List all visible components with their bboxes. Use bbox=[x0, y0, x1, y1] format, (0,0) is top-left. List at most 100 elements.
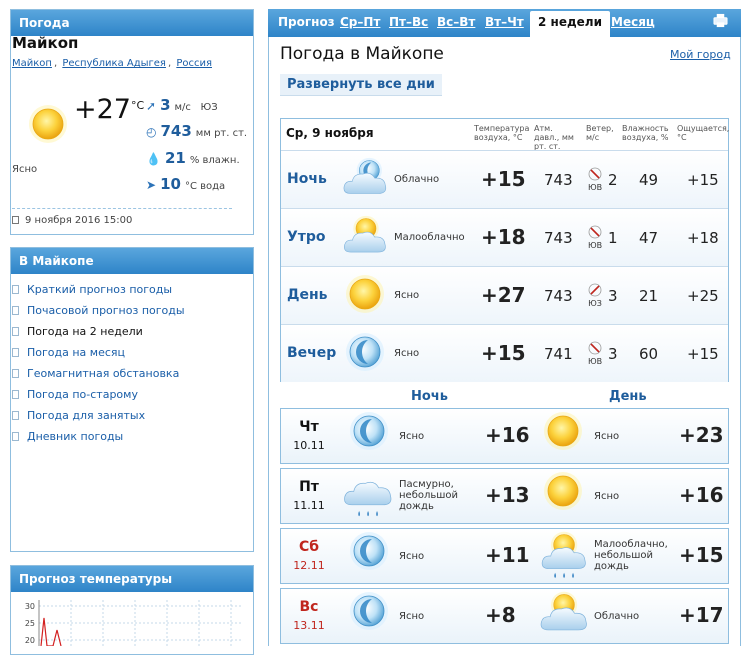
row-temp: +27 bbox=[481, 283, 526, 307]
row-temp: +18 bbox=[481, 225, 526, 249]
moon-icon bbox=[345, 332, 385, 372]
chart-tick-25: 25 bbox=[25, 619, 35, 628]
pressure-unit: мм рт. ст. bbox=[195, 128, 248, 139]
breadcrumb-city-link[interactable]: Майкоп bbox=[12, 58, 52, 69]
temp-chart-title: Прогноз температуры bbox=[11, 566, 253, 592]
breadcrumb-country-link[interactable]: Россия bbox=[176, 58, 212, 69]
expand-all-days-button[interactable]: Развернуть все дни bbox=[280, 74, 442, 96]
calendar-icon bbox=[12, 216, 19, 224]
page-icon bbox=[12, 411, 19, 420]
chart-tick-30: 30 bbox=[25, 602, 35, 611]
row-pressure: 743 bbox=[544, 287, 573, 305]
wind-direction-label: ЮЗ bbox=[588, 299, 602, 308]
row-feels: +25 bbox=[687, 287, 719, 305]
menu-item-busy[interactable]: Погода для занятых bbox=[12, 409, 145, 422]
menu-item-label: Краткий прогноз погоды bbox=[27, 283, 173, 296]
forecast-weekday: Вс bbox=[299, 599, 319, 615]
row-label: День bbox=[287, 287, 328, 303]
row-temp: +15 bbox=[481, 167, 526, 191]
night-temp: +16 bbox=[485, 423, 530, 447]
row-condition: Ясно bbox=[394, 348, 420, 359]
humidity-unit: % влажн. bbox=[189, 155, 240, 166]
today-row-morning: Утро Малооблачно +18 743 ЮВ 1 47 +18 bbox=[281, 208, 728, 266]
menu-item-diary[interactable]: Дневник погоды bbox=[12, 430, 123, 443]
night-temp: +11 bbox=[485, 543, 530, 567]
wind-direction-icon: ЮВ bbox=[588, 340, 602, 368]
menu-item-hourly[interactable]: Почасовой прогноз погоды bbox=[12, 304, 185, 317]
tab-forecast[interactable]: Прогноз bbox=[278, 15, 335, 29]
menu-item-label: Погода на месяц bbox=[27, 346, 126, 359]
today-row-day: День Ясно +27 743 ЮЗ 3 21 +25 bbox=[281, 266, 728, 324]
page-icon bbox=[12, 432, 19, 441]
gauge-icon: ◴ bbox=[146, 125, 157, 139]
row-wind: 3 bbox=[608, 287, 618, 305]
wind-direction-label: ЮВ bbox=[588, 241, 603, 250]
print-icon[interactable] bbox=[713, 13, 728, 28]
night-condition: Ясно bbox=[399, 551, 425, 562]
wind-direction-icon: ЮЗ bbox=[588, 282, 602, 310]
menu-item-old-style[interactable]: Погода по-старому bbox=[12, 388, 138, 401]
temp-value: +27 bbox=[74, 94, 131, 125]
day-temp: +17 bbox=[679, 603, 724, 627]
moon-icon bbox=[349, 531, 389, 571]
row-condition: Облачно bbox=[394, 174, 440, 185]
day-condition: Ясно bbox=[594, 431, 620, 442]
observation-time: 9 ноября 2016 15:00 bbox=[12, 208, 232, 226]
menu-item-geomagnetic[interactable]: Геомагнитная обстановка bbox=[12, 367, 179, 380]
forecast-weekday: Сб bbox=[298, 539, 320, 555]
row-temp: +15 bbox=[481, 341, 526, 365]
breadcrumb-region-link[interactable]: Республика Адыгея bbox=[62, 58, 166, 69]
menu-item-short-forecast[interactable]: Краткий прогноз погоды bbox=[12, 283, 172, 296]
sun-cloud-icon bbox=[540, 591, 587, 631]
night-condition: Пасмурно, небольшой дождь bbox=[399, 479, 459, 512]
menu-item-label: Погода для занятых bbox=[27, 409, 146, 422]
tab-tue-thu[interactable]: Вт–Чт bbox=[485, 15, 524, 29]
row-feels: +15 bbox=[687, 345, 719, 363]
water-unit: °С вода bbox=[184, 181, 226, 192]
menu-item-two-weeks[interactable]: Погода на 2 недели bbox=[12, 325, 143, 338]
wind-direction: ЮЗ bbox=[200, 102, 218, 113]
temp-unit: °C bbox=[130, 99, 145, 112]
row-feels: +18 bbox=[687, 229, 719, 247]
pressure-value: 743 bbox=[160, 122, 192, 140]
page-icon bbox=[12, 348, 19, 357]
my-city-link[interactable]: Мой город bbox=[670, 48, 731, 61]
page-icon bbox=[12, 369, 19, 378]
rain-cloud-icon bbox=[344, 481, 392, 517]
row-wind: 1 bbox=[608, 229, 618, 247]
city-name: Майкоп bbox=[12, 34, 79, 52]
tab-wed-fri[interactable]: Ср–Пт bbox=[340, 15, 380, 29]
wind-stat: ➚ 3 м/с ЮЗ bbox=[146, 96, 218, 114]
pressure-stat: ◴ 743 мм рт. ст. bbox=[146, 122, 247, 140]
tab-month[interactable]: Месяц bbox=[611, 15, 655, 29]
forecast-row-sun[interactable]: Вс 13.11 Ясно +8 Облачно +17 bbox=[280, 588, 729, 644]
row-humidity: 49 bbox=[639, 171, 659, 189]
cloudy-moon-icon bbox=[343, 157, 387, 194]
row-humidity: 21 bbox=[639, 287, 659, 305]
tab-two-weeks[interactable]: 2 недели bbox=[530, 11, 610, 37]
sun-icon bbox=[345, 274, 385, 314]
tab-sun-tue[interactable]: Вс–Вт bbox=[437, 15, 475, 29]
page-title: Погода в Майкопе bbox=[280, 44, 444, 64]
row-feels: +15 bbox=[687, 171, 719, 189]
today-row-night: Ночь Облачно +15 743 ЮВ 2 49 +15 bbox=[281, 150, 728, 208]
night-condition: Ясно bbox=[399, 611, 425, 622]
tab-fri-sun[interactable]: Пт–Вс bbox=[389, 15, 428, 29]
menu-item-month[interactable]: Погода на месяц bbox=[12, 346, 125, 359]
forecast-row-fri[interactable]: Пт 11.11 Пасмурно, небольшой дождь +13 Я… bbox=[280, 468, 729, 524]
chart-tick-20: 20 bbox=[25, 636, 35, 645]
sun-icon bbox=[543, 471, 583, 511]
today-date: Ср, 9 ноября bbox=[286, 126, 374, 140]
page-icon bbox=[12, 285, 19, 294]
row-label: Ночь bbox=[287, 171, 327, 187]
period-tabs: Прогноз Ср–Пт Пт–Вс Вс–Вт Вт–Чт 2 недели… bbox=[268, 9, 741, 37]
forecast-row-thu[interactable]: Чт 10.11 Ясно +16 Ясно +23 bbox=[280, 408, 729, 464]
forecast-date: 11.11 bbox=[293, 499, 325, 512]
col-header-wind: Ветер, м/с bbox=[586, 124, 614, 142]
wind-arrow-icon: ➚ bbox=[146, 99, 157, 113]
panel-title: Погода bbox=[11, 10, 253, 36]
page-icon bbox=[12, 390, 19, 399]
forecast-row-sat[interactable]: Сб 12.11 Ясно +11 Малооблачно, небольшой… bbox=[280, 528, 729, 584]
fish-icon: ➤ bbox=[146, 178, 157, 192]
wind-direction-icon: ЮВ bbox=[588, 166, 602, 194]
